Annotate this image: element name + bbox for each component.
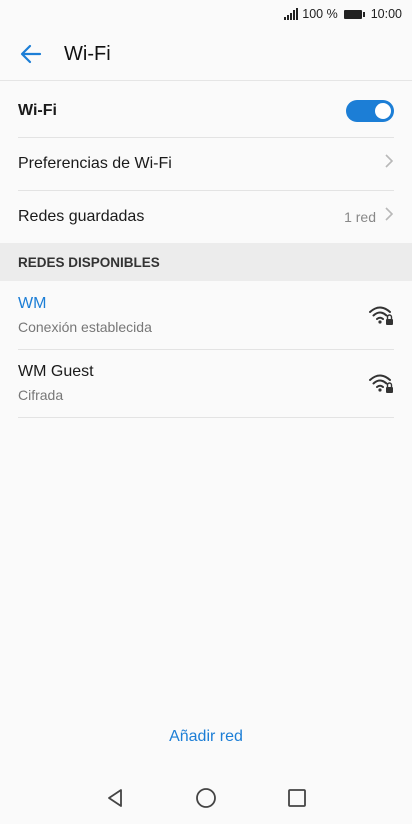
wifi-preferences-item[interactable]: Preferencias de Wi-Fi bbox=[18, 137, 394, 191]
network-name: WM bbox=[18, 295, 47, 312]
battery-percent: 100 % bbox=[302, 7, 338, 21]
square-recents-icon bbox=[287, 789, 306, 807]
wifi-toggle-switch[interactable] bbox=[346, 99, 394, 122]
navigation-bar bbox=[0, 772, 412, 824]
status-bar: 100 % 10:00 bbox=[0, 0, 412, 28]
nav-home-button[interactable] bbox=[186, 778, 226, 818]
add-network-button[interactable]: Añadir red bbox=[0, 728, 412, 746]
network-item-wm-guest[interactable]: WM Guest Cifrada bbox=[18, 349, 394, 418]
wifi-preferences-label: Preferencias de Wi-Fi bbox=[18, 154, 172, 172]
triangle-back-icon bbox=[108, 789, 123, 807]
wifi-locked-icon bbox=[369, 374, 393, 393]
wifi-locked-icon bbox=[369, 306, 393, 325]
saved-networks-label: Redes guardadas bbox=[18, 207, 145, 225]
wifi-label: Wi-Fi bbox=[18, 101, 57, 119]
chevron-right-icon bbox=[384, 153, 394, 174]
nav-recents-button[interactable] bbox=[277, 778, 317, 818]
page-title: Wi-Fi bbox=[64, 42, 111, 65]
available-networks-header: REDES DISPONIBLES bbox=[0, 243, 412, 281]
network-status: Cifrada bbox=[18, 387, 64, 403]
back-button[interactable] bbox=[16, 39, 46, 69]
saved-networks-item[interactable]: Redes guardadas 1 red bbox=[18, 190, 394, 243]
saved-networks-count: 1 red bbox=[344, 208, 376, 225]
clock: 10:00 bbox=[370, 7, 402, 21]
wifi-toggle-row[interactable]: Wi-Fi bbox=[18, 84, 394, 138]
cell-signal-icon bbox=[284, 8, 299, 20]
toggle-knob bbox=[375, 102, 391, 119]
arrow-left-icon bbox=[20, 44, 42, 64]
circle-home-icon bbox=[196, 788, 216, 808]
app-bar: Wi-Fi bbox=[0, 28, 412, 81]
network-item-wm[interactable]: WM Conexión establecida bbox=[18, 281, 394, 350]
nav-back-button[interactable] bbox=[95, 778, 135, 818]
network-status: Conexión establecida bbox=[18, 319, 152, 335]
chevron-right-icon bbox=[384, 206, 394, 227]
network-name: WM Guest bbox=[18, 363, 94, 380]
battery-icon bbox=[343, 9, 365, 19]
